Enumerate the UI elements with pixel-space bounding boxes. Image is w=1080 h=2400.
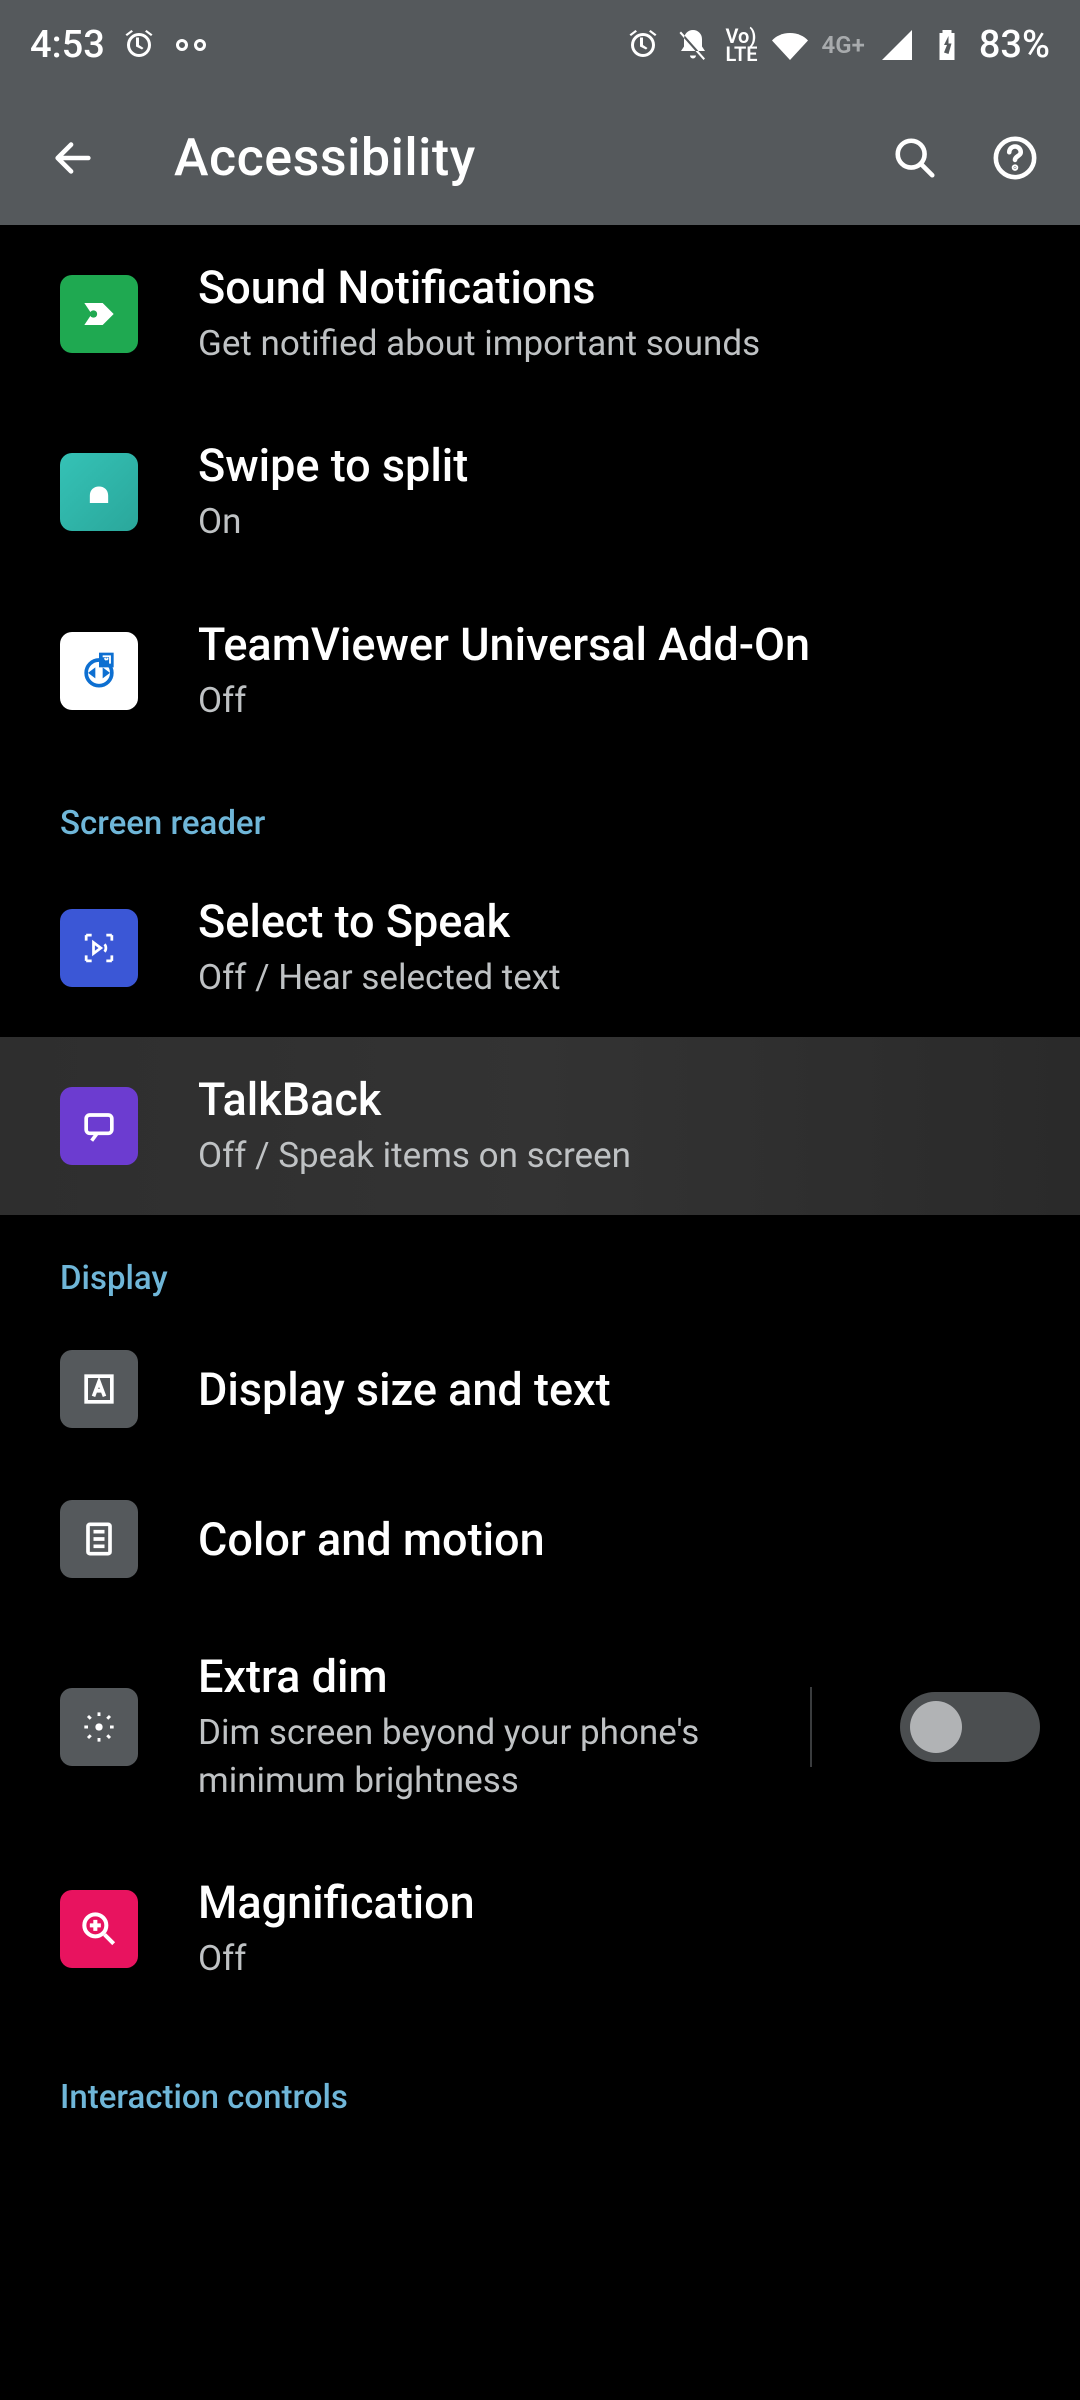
select-to-speak-icon	[60, 909, 138, 987]
setting-color-and-motion[interactable]: Color and motion	[0, 1464, 1080, 1614]
status-time: 4:53	[30, 23, 105, 67]
setting-talkback[interactable]: TalkBack Off / Speak items on screen	[0, 1037, 1080, 1215]
signal-icon	[879, 27, 915, 63]
battery-percent: 83%	[979, 23, 1050, 67]
alarm-icon	[121, 27, 157, 63]
sound-notifications-icon	[60, 275, 138, 353]
setting-label: Display size and text	[198, 1363, 1040, 1416]
setting-label: Color and motion	[198, 1513, 1040, 1566]
volte-icon: Vo) LTE	[725, 27, 757, 63]
section-display: Display	[0, 1215, 1080, 1314]
wifi-icon	[772, 27, 808, 63]
setting-magnification[interactable]: Magnification Off	[0, 1840, 1080, 2018]
swipe-to-split-icon	[60, 453, 138, 531]
setting-select-to-speak[interactable]: Select to Speak Off / Hear selected text	[0, 859, 1080, 1037]
alarm-set-icon	[625, 27, 661, 63]
extra-dim-icon	[60, 1688, 138, 1766]
setting-label: Swipe to split	[198, 439, 1040, 492]
page-title: Accessibility	[174, 127, 476, 188]
section-interaction-controls: Interaction controls	[0, 2018, 1080, 2121]
back-button[interactable]	[38, 123, 108, 193]
voicemail-icon	[173, 27, 209, 63]
teamviewer-icon	[60, 632, 138, 710]
setting-sub: Off / Hear selected text	[198, 954, 1040, 1001]
network-type: 4G+	[822, 31, 865, 59]
battery-icon	[929, 27, 965, 63]
setting-sub: Dim screen beyond your phone's minimum b…	[198, 1709, 722, 1804]
display-size-icon	[60, 1350, 138, 1428]
setting-sub: Get notified about important sounds	[198, 320, 1040, 367]
magnification-icon	[60, 1890, 138, 1968]
dnd-icon	[675, 27, 711, 63]
help-button[interactable]	[980, 123, 1050, 193]
app-bar: Accessibility	[0, 90, 1080, 225]
toggle-divider	[810, 1687, 812, 1767]
setting-label: Magnification	[198, 1876, 1040, 1929]
setting-sub: Off / Speak items on screen	[198, 1132, 1040, 1179]
search-button[interactable]	[880, 123, 950, 193]
setting-display-size-and-text[interactable]: Display size and text	[0, 1314, 1080, 1464]
setting-sub: Off	[198, 677, 1040, 724]
extra-dim-toggle[interactable]	[900, 1692, 1040, 1762]
setting-teamviewer[interactable]: TeamViewer Universal Add-On Off	[0, 582, 1080, 760]
setting-sub: Off	[198, 1935, 1040, 1982]
setting-sound-notifications[interactable]: Sound Notifications Get notified about i…	[0, 225, 1080, 403]
color-motion-icon	[60, 1500, 138, 1578]
setting-label: Sound Notifications	[198, 261, 1040, 314]
talkback-icon	[60, 1087, 138, 1165]
settings-list[interactable]: Sound Notifications Get notified about i…	[0, 225, 1080, 2400]
setting-label: TalkBack	[198, 1073, 1040, 1126]
status-bar: 4:53 Vo) LTE 4G+	[0, 0, 1080, 90]
section-screen-reader: Screen reader	[0, 760, 1080, 859]
setting-label: Select to Speak	[198, 895, 1040, 948]
setting-swipe-to-split[interactable]: Swipe to split On	[0, 403, 1080, 581]
setting-label: TeamViewer Universal Add-On	[198, 618, 1040, 671]
setting-label: Extra dim	[198, 1650, 722, 1703]
setting-sub: On	[198, 498, 1040, 545]
setting-extra-dim[interactable]: Extra dim Dim screen beyond your phone's…	[0, 1614, 1080, 1840]
